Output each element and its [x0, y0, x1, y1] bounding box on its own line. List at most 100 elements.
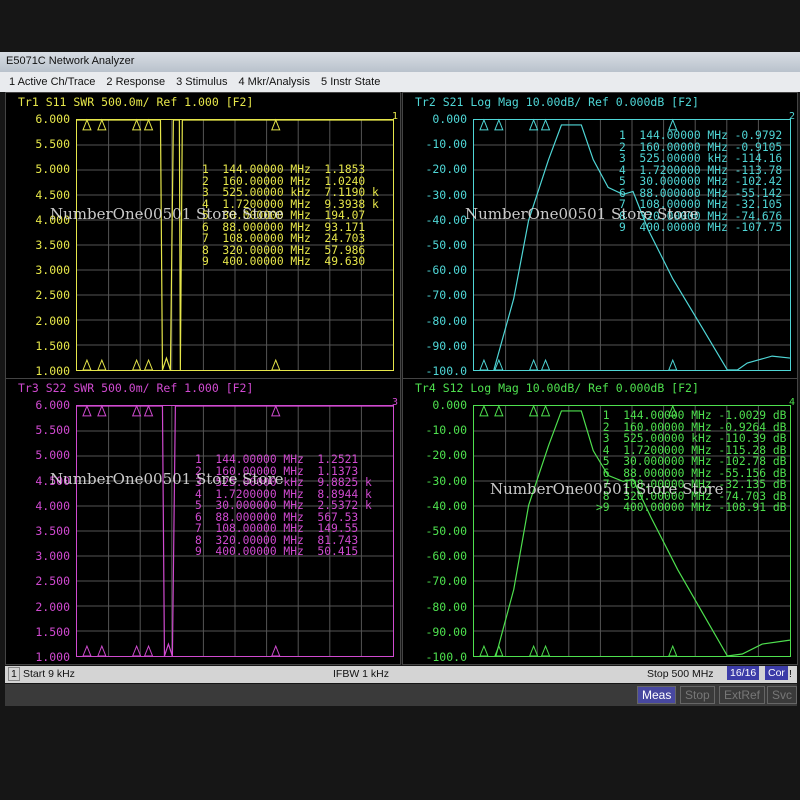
y-axis-label: 3.500	[35, 238, 70, 252]
marker-triangle	[479, 358, 489, 371]
marker-triangle	[540, 404, 551, 417]
marker-triangle	[668, 644, 678, 657]
marker-triangle	[82, 118, 92, 131]
marker-triangle	[540, 358, 551, 371]
plot-area[interactable]: 1 144.00000 MHz 1.2521 2 160.00000 MHz 1.…	[76, 404, 394, 657]
channel-indicator[interactable]: 1	[8, 667, 20, 681]
watermark: NumberOne00501 Store Store	[465, 205, 699, 223]
marker-triangle	[82, 644, 92, 657]
y-axis-label: -60.00	[425, 263, 467, 278]
y-axis-label: -30.00	[425, 473, 467, 488]
stop-frequency[interactable]: Stop 500 MHz	[647, 668, 714, 680]
trace-panel-tr4[interactable]: Tr4 S12 Log Mag 10.00dB/ Ref 0.000dB [F2…	[402, 378, 798, 665]
y-axis-label: -90.00	[425, 624, 467, 639]
menu-active-ch-trace[interactable]: 1 Active Ch/Trace	[9, 76, 95, 88]
menu-stimulus[interactable]: 3 Stimulus	[176, 76, 227, 88]
y-axis-label: 2.000	[35, 599, 70, 614]
marker-triangle	[97, 118, 107, 131]
y-axis-label: 1.500	[35, 624, 70, 639]
extref-button[interactable]: ExtRef	[719, 686, 766, 704]
marker-triangle	[528, 118, 539, 131]
y-axis-label: -80.00	[425, 599, 467, 614]
marker-row: 5 30.000000 MHz -102.78 dB	[596, 455, 787, 468]
trace-header[interactable]: Tr1 S11 SWR 500.0m/ Ref 1.000 [F2]	[18, 95, 253, 109]
marker-triangle	[528, 358, 539, 371]
trace-header[interactable]: Tr4 S12 Log Mag 10.00dB/ Ref 0.000dB [F2…	[415, 381, 699, 395]
marker-row: 1 144.00000 MHz -0.9792	[619, 129, 783, 142]
marker-triangle	[97, 404, 107, 417]
menu-instr-state[interactable]: 5 Instr State	[321, 76, 380, 88]
y-axis-label: -40.00	[425, 212, 467, 227]
window-title: E5071C Network Analyzer	[0, 52, 800, 72]
marker-triangle	[528, 644, 539, 657]
stop-button[interactable]: Stop	[680, 686, 715, 704]
watermark: NumberOne00501 Store Store	[50, 205, 284, 223]
marker-triangle	[479, 118, 489, 131]
start-frequency[interactable]: Start 9 kHz	[23, 668, 75, 680]
y-axis-label: 3.000	[35, 549, 70, 564]
marker-triangle	[494, 404, 504, 417]
watermark: NumberOne00501 Store Store	[490, 480, 724, 498]
marker-row: 3 525.00000 kHz 7.1190 k	[202, 186, 379, 199]
menu-response[interactable]: 2 Response	[106, 76, 165, 88]
marker-row: 1 144.00000 MHz -1.0029 dB	[596, 409, 787, 422]
marker-triangle	[143, 644, 154, 657]
marker-row: 5 30.000000 MHz 2.5372 k	[195, 499, 372, 512]
reference-marker: 2	[788, 111, 795, 122]
trace-panel-tr3[interactable]: Tr3 S22 SWR 500.0m/ Ref 1.000 [F2] 6.000…	[5, 378, 401, 665]
trace-panel-tr1[interactable]: Tr1 S11 SWR 500.0m/ Ref 1.000 [F2] 6.000…	[5, 92, 401, 379]
y-axis-label: 3.500	[35, 524, 70, 538]
menu-mkr-analysis[interactable]: 4 Mkr/Analysis	[238, 76, 310, 88]
marker-row: 3 525.00000 kHz -114.16	[619, 152, 783, 165]
trace-header[interactable]: Tr3 S22 SWR 500.0m/ Ref 1.000 [F2]	[18, 381, 253, 395]
y-axis-label: -10.00	[425, 423, 467, 438]
y-axis-label: -20.00	[425, 448, 467, 463]
y-axis-label: 3.000	[35, 263, 70, 278]
marker-triangle	[143, 118, 154, 131]
marker-triangle	[479, 644, 489, 657]
trace-panel-tr2[interactable]: Tr2 S21 Log Mag 10.00dB/ Ref 0.000dB [F2…	[402, 92, 798, 379]
marker-row: 7 108.00000 MHz 149.55	[195, 522, 359, 535]
y-axis-label: -70.00	[425, 288, 467, 303]
plot-area[interactable]: 1 144.00000 MHz -1.0029 dB 2 160.00000 M…	[473, 404, 791, 657]
y-axis-label: 6.000	[35, 112, 70, 126]
ifbw[interactable]: IFBW 1 kHz	[333, 668, 389, 680]
marker-row: 9 400.00000 MHz 50.415	[195, 545, 359, 558]
marker-triangle	[668, 358, 678, 371]
y-axis-label: 1.000	[35, 364, 70, 378]
plot-area[interactable]: 1 144.00000 MHz -0.9792 2 160.00000 MHz -…	[473, 118, 791, 371]
marker-triangle	[97, 644, 107, 657]
status-bar: 1 Start 9 kHz IFBW 1 kHz Stop 500 MHz 16…	[5, 666, 797, 683]
meas-button[interactable]: Meas	[637, 686, 677, 704]
y-axis-label: 0.000	[432, 398, 467, 412]
marker-triangle	[271, 118, 281, 131]
marker-row: 1 144.00000 MHz 1.1853	[202, 163, 366, 176]
trace-header[interactable]: Tr2 S21 Log Mag 10.00dB/ Ref 0.000dB [F2…	[415, 95, 699, 109]
y-axis-label: 5.500	[35, 137, 70, 152]
marker-triangle	[494, 118, 504, 131]
plot-area[interactable]: 1 144.00000 MHz 1.1853 2 160.00000 MHz 1.…	[76, 118, 394, 371]
marker-triangle	[131, 118, 142, 131]
y-axis-label: -60.00	[425, 549, 467, 564]
marker-row: 9 400.00000 MHz -107.75	[619, 221, 783, 234]
reference-marker: 4	[788, 397, 795, 408]
marker-triangle	[540, 644, 551, 657]
marker-row: 5 30.000000 MHz -102.42	[619, 175, 783, 188]
marker-triangle	[82, 404, 92, 417]
y-axis-label: 5.000	[35, 448, 70, 463]
marker-triangle	[97, 358, 107, 371]
marker-row: 7 108.00000 MHz 24.703	[202, 232, 366, 245]
sweep-count: 16/16	[727, 666, 760, 680]
y-axis-label: -70.00	[425, 574, 467, 589]
menu-bar: 1 Active Ch/Trace 2 Response 3 Stimulus …	[0, 72, 800, 92]
y-axis-label: 1.000	[35, 650, 70, 664]
svc-button[interactable]: Svc	[767, 686, 798, 704]
y-axis-label: 2.000	[35, 313, 70, 328]
marker-triangle	[143, 404, 154, 417]
marker-triangle	[82, 358, 92, 371]
y-axis-label: 4.000	[35, 498, 70, 513]
marker-triangle	[143, 358, 154, 371]
y-axis-label: -50.00	[425, 524, 467, 538]
y-axis-label: 6.000	[35, 398, 70, 412]
y-axis-label: 2.500	[35, 574, 70, 589]
